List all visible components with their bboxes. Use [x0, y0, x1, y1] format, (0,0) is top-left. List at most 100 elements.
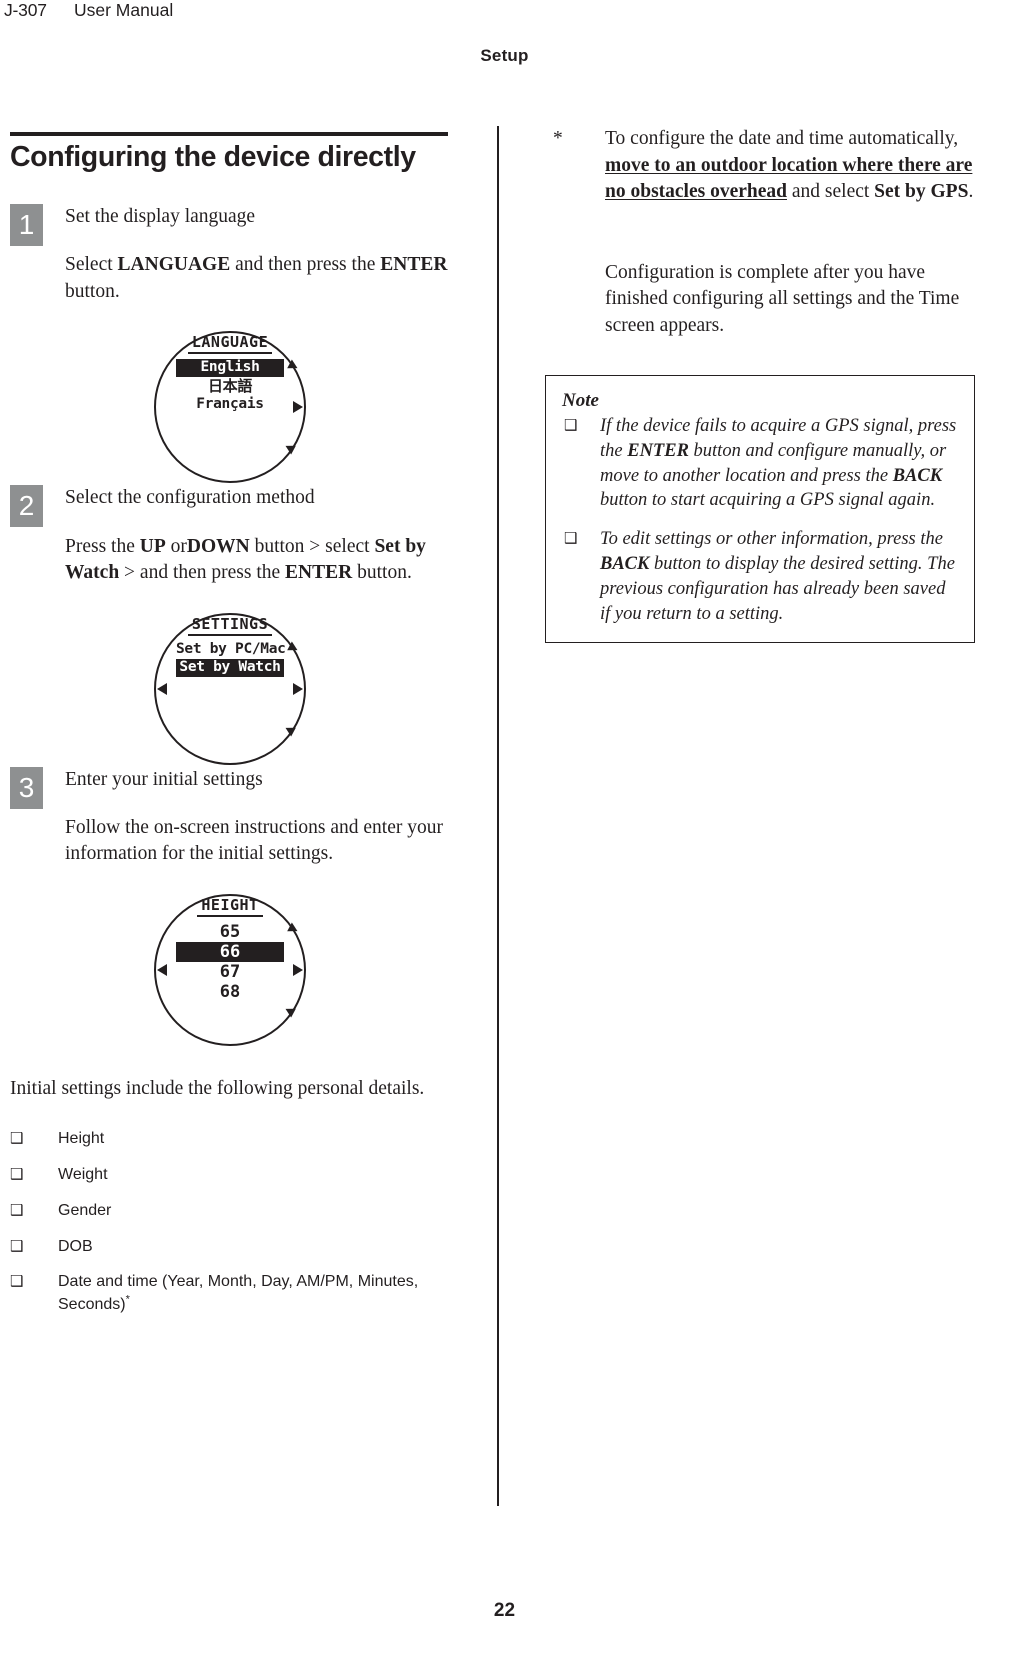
list-item-label: Date and time (Year, Month, Day, AM/PM, …	[58, 1273, 419, 1314]
emphasis-bold: ENTER	[380, 254, 448, 276]
text-run: button to display the desired setting. T…	[600, 554, 955, 624]
step-body: Enter your initial settings Follow the on…	[65, 767, 450, 868]
list-item: ❑ DOB	[10, 1236, 450, 1259]
settings-screen: SETTINGS Set by PC/Mac Set by Watch	[154, 612, 306, 765]
emphasis-bold: ENTER	[285, 562, 353, 584]
checkbox-bullet-icon: ❑	[10, 1165, 24, 1184]
step-body: Select the configuration method Press the…	[65, 485, 450, 586]
list-item: ❑ Height	[10, 1128, 450, 1151]
page-number: 22	[493, 1600, 516, 1621]
checkbox-bullet-icon: ❑	[10, 1272, 24, 1291]
footnote-marker: *	[553, 128, 563, 149]
text-run: To edit settings or other information, p…	[600, 529, 943, 550]
page-title: Configuring the device directly	[10, 141, 416, 173]
headline-rule	[10, 132, 448, 136]
text-run: Press the	[65, 535, 140, 557]
watch-row-selected[interactable]: Set by Watch	[176, 658, 284, 677]
watch-screen-content: SETTINGS Set by PC/Mac Set by Watch	[156, 615, 304, 763]
watch-screen-rows: 65 66 67 68	[176, 922, 284, 1002]
watch-row-selected[interactable]: English	[176, 359, 284, 378]
emphasis-bold: ENTER	[627, 440, 689, 461]
step-1: 1 Set the display language Select LANGUAGE…	[10, 203, 450, 305]
step-title: Set the display language	[65, 205, 256, 227]
gps-footnote: * To configure the date and time automat…	[545, 126, 975, 206]
checkbox-bullet-icon: ❑	[564, 416, 578, 435]
footnote-reference: *	[125, 1293, 130, 1306]
steps-list: 1 Set the display language Select LANGUAGE…	[10, 203, 450, 1046]
list-item: ❑ Date and time (Year, Month, Day, AM/PM,…	[10, 1271, 450, 1316]
text-run: button.	[65, 280, 120, 302]
right-column: * To configure the date and time automat…	[545, 126, 975, 644]
emphasis-bold: BACK	[600, 554, 650, 574]
list-item: ❑ Weight	[10, 1164, 450, 1187]
step-3: 3 Enter your initial settings Follow the o…	[10, 766, 450, 868]
text-run: and select	[787, 181, 875, 203]
text-run: button to start acquiring a GPS signal a…	[600, 490, 936, 511]
checkbox-bullet-icon: ❑	[564, 529, 578, 548]
note-box: Note ❑ If the device fails to acquire a G…	[545, 375, 975, 644]
watch-arrow-left-icon	[157, 682, 167, 695]
checkbox-bullet-icon: ❑	[10, 1200, 24, 1219]
list-item-label: Height	[58, 1130, 105, 1148]
footnote-text: To configure the date and time automatic…	[605, 128, 973, 202]
text-run: Follow the on-screen instructions and en…	[65, 816, 443, 865]
completion-paragraph: Configuration is complete after you have…	[605, 261, 960, 336]
watch-screen-rows: English 日本語 Français	[176, 359, 284, 414]
watch-illustration: SETTINGS Set by PC/Mac Set by Watch	[10, 612, 450, 765]
watch-arrow-left-icon	[157, 963, 167, 976]
section-title: Setup	[480, 46, 529, 65]
text-run: button.	[352, 562, 412, 584]
running-head-manual-title: User Manual	[74, 0, 174, 20]
watch-screen-title: LANGUAGE	[187, 333, 273, 355]
watch-row[interactable]: Français	[176, 396, 284, 414]
watch-screen-title: HEIGHT	[197, 896, 263, 917]
list-item: ❑ Gender	[10, 1200, 450, 1223]
step-number-badge: 2	[10, 485, 43, 528]
list-item-label: Gender	[58, 1201, 112, 1219]
step-instruction: Select LANGUAGE and then press the ENTER…	[65, 252, 450, 305]
watch-row[interactable]: Set by PC/Mac	[176, 641, 286, 659]
watch-row[interactable]: 67	[176, 962, 284, 982]
note-item-text: To edit settings or other information, p…	[600, 529, 955, 623]
note-item: ❑ If the device fails to acquire a GPS si…	[562, 414, 958, 513]
step-number-badge: 3	[10, 766, 43, 809]
step-2: 2 Select the configuration method Press th…	[10, 485, 450, 586]
watch-screen-rows: Set by PC/Mac Set by Watch	[176, 641, 286, 677]
closing-paragraph: Initial settings include the following p…	[10, 1077, 425, 1099]
checkbox-bullet-icon: ❑	[10, 1129, 24, 1148]
step-instruction: Press the UP orDOWN button > select Set …	[65, 534, 450, 587]
emphasis-bold: DOWN	[186, 535, 250, 557]
watch-arrow-right-icon	[293, 401, 303, 414]
personal-details-list: ❑ Height ❑ Weight ❑ Gender ❑ DOB ❑ Date and time …	[10, 1128, 450, 1316]
watch-screen-content: HEIGHT 65 66 67 68	[156, 896, 304, 1044]
note-items-list: ❑ If the device fails to acquire a GPS si…	[562, 414, 958, 626]
running-head-model: J-307	[4, 0, 47, 20]
list-item-label: DOB	[58, 1237, 93, 1255]
text-run: .	[968, 181, 974, 203]
emphasis-bold: Set by GPS	[874, 181, 969, 203]
list-item-label: Weight	[58, 1166, 108, 1184]
emphasis-bold: BACK	[892, 465, 943, 486]
watch-row[interactable]: 日本語	[176, 377, 284, 396]
watch-row[interactable]: 65	[176, 922, 284, 942]
step-body: Set the display language Select LANGUAGE …	[65, 204, 450, 305]
step-title: Select the configuration method	[65, 487, 315, 509]
text-run: and then press the	[230, 254, 381, 276]
watch-row[interactable]: 68	[176, 982, 284, 1002]
step-number-badge: 1	[10, 203, 43, 246]
text-run: or	[165, 535, 187, 557]
text-run: Select	[65, 254, 118, 276]
height-screen: HEIGHT 65 66 67 68	[154, 893, 306, 1046]
text-run: To configure the date and time automatic…	[605, 128, 959, 149]
watch-arrow-right-icon	[293, 682, 303, 695]
left-column: Configuring the device directly 1 Set the…	[10, 126, 450, 1330]
watch-screen-title: SETTINGS	[187, 615, 273, 636]
running-head: J-307 User Manual	[0, 0, 1009, 24]
note-title: Note	[562, 390, 599, 412]
note-item-text: If the device fails to acquire a GPS sig…	[600, 416, 956, 510]
step-instruction: Follow the on-screen instructions and en…	[65, 815, 450, 868]
watch-screen-content: LANGUAGE English 日本語 Français	[156, 333, 304, 481]
emphasis-bold: LANGUAGE	[117, 254, 231, 276]
note-item: ❑ To edit settings or other information, …	[562, 527, 958, 626]
watch-row-selected[interactable]: 66	[176, 941, 284, 963]
